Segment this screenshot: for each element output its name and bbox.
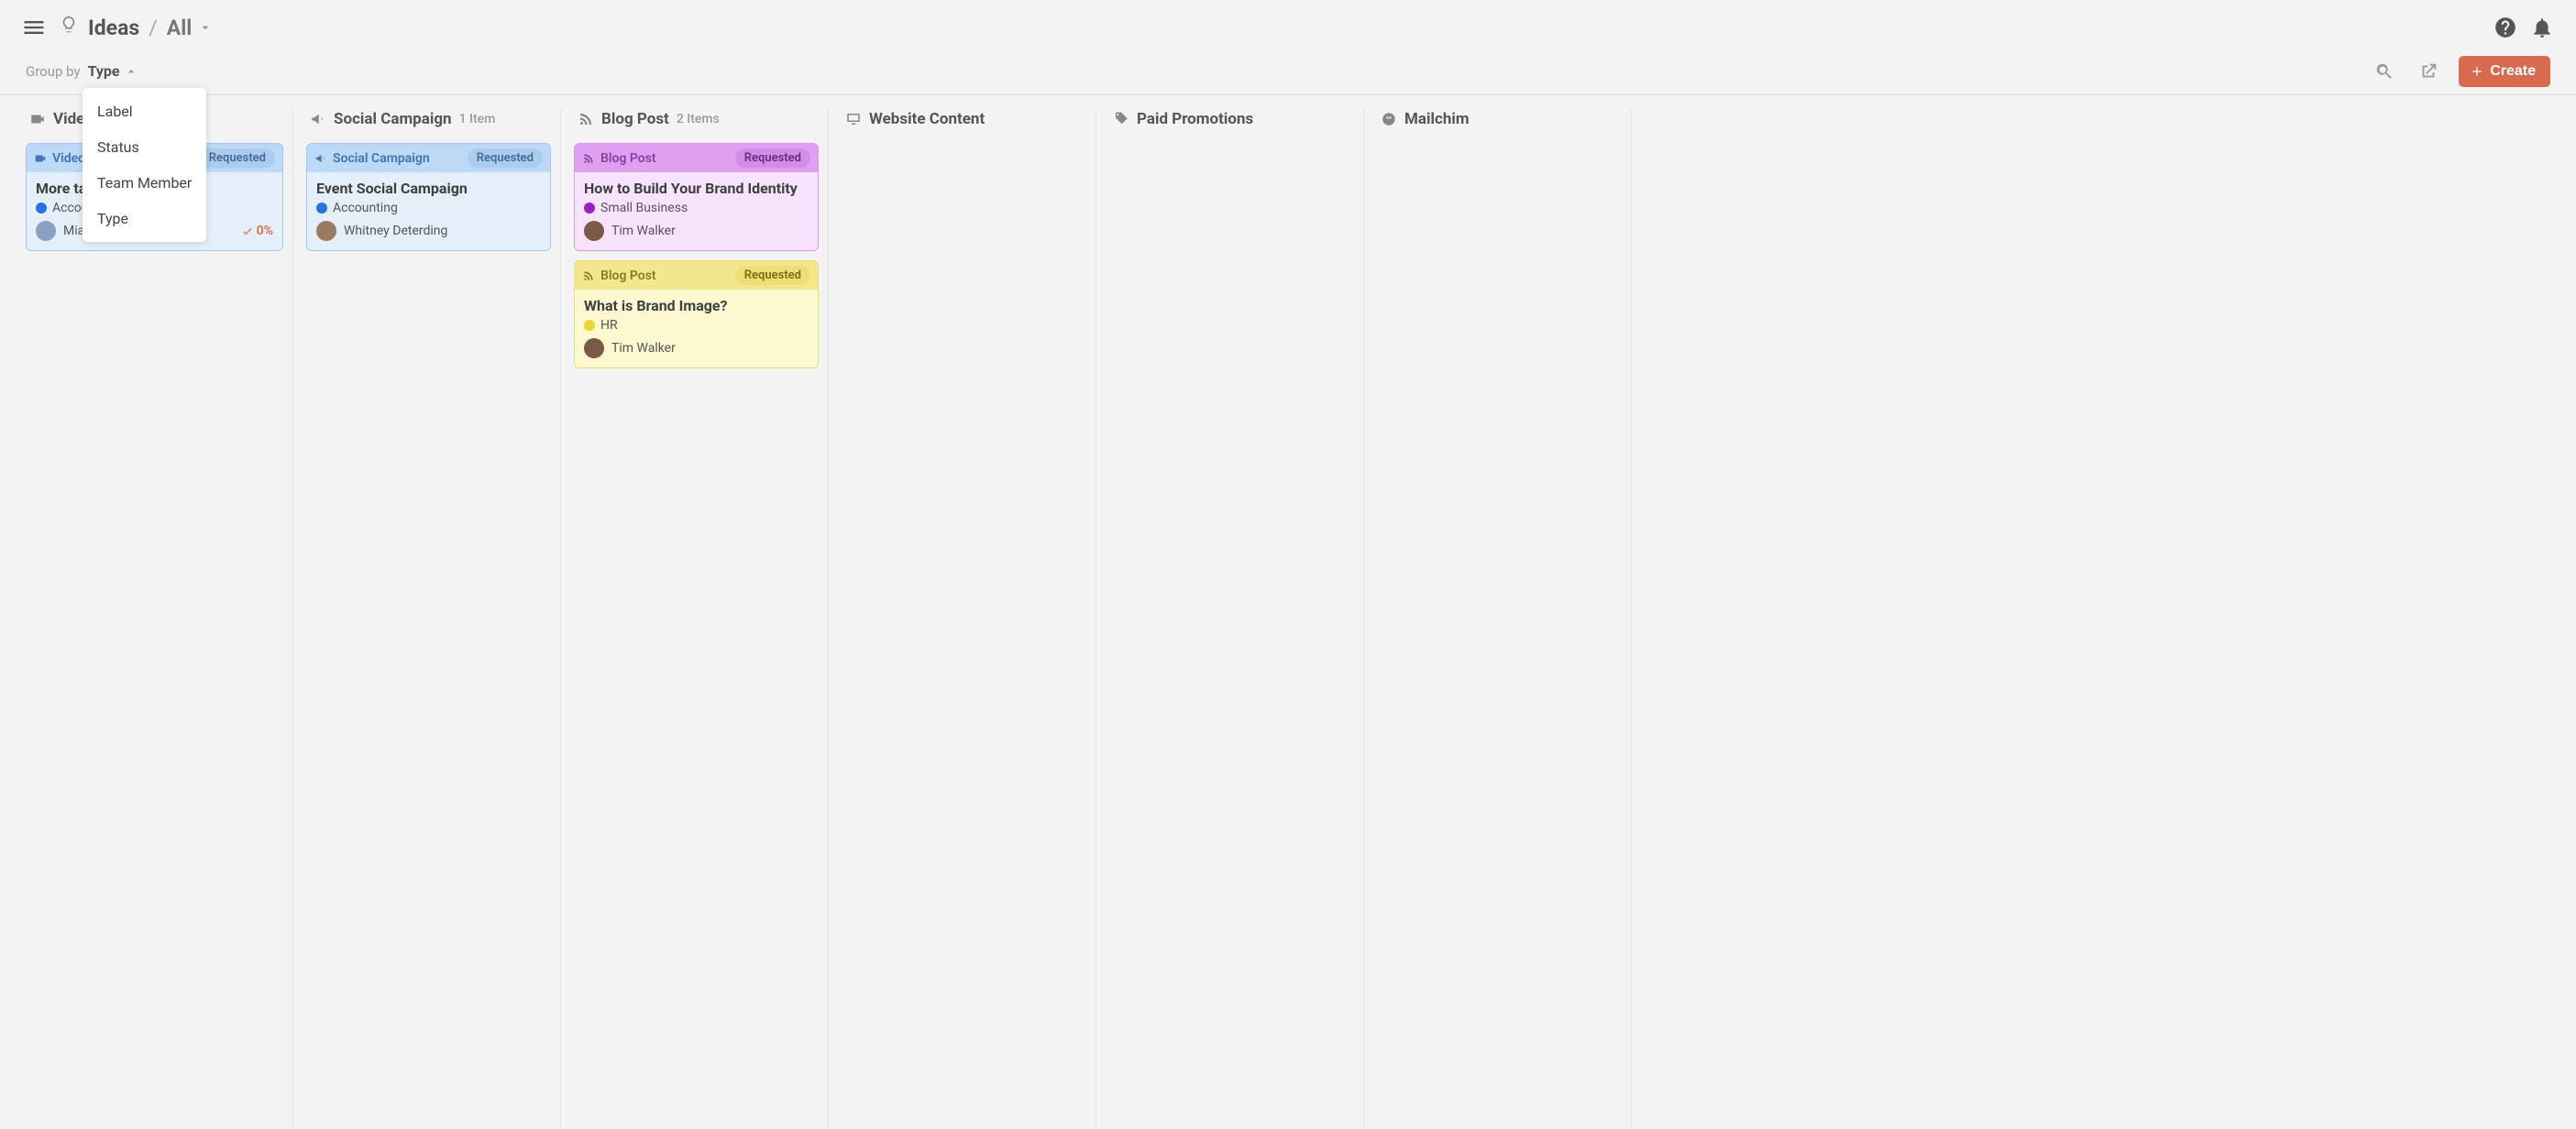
breadcrumb-root[interactable]: Ideas xyxy=(88,16,139,40)
progress-value: 0% xyxy=(257,224,273,238)
video-icon xyxy=(34,152,47,165)
rss-icon xyxy=(578,111,594,127)
groupby-option[interactable]: Type xyxy=(83,201,206,236)
avatar xyxy=(316,221,336,241)
status-badge: Requested xyxy=(200,148,275,168)
chevron-down-icon xyxy=(197,19,214,36)
card-header: Blog Post Requested xyxy=(575,144,818,172)
tag-row: Small Business xyxy=(584,201,809,215)
board: Video Video Requested More ta Accou xyxy=(0,95,2576,1129)
status-badge: Requested xyxy=(468,148,543,168)
card-title: Event Social Campaign xyxy=(316,180,541,197)
card-type-label: Blog Post xyxy=(600,269,656,283)
avatar xyxy=(584,221,604,241)
topbar: Ideas / All xyxy=(0,0,2576,51)
groupby-option[interactable]: Status xyxy=(83,129,206,165)
column-title: Website Content xyxy=(869,110,985,128)
column: Social Campaign 1 Item Social Campaign Re… xyxy=(293,108,561,1129)
column-count: 1 Item xyxy=(459,112,496,126)
card[interactable]: Blog Post Requested What is Brand Image?… xyxy=(574,260,819,368)
tag-dot xyxy=(316,203,327,214)
column-header: Website Content xyxy=(842,108,1086,143)
create-button[interactable]: Create xyxy=(2459,56,2550,87)
bulb-icon xyxy=(59,15,79,40)
help-button[interactable] xyxy=(2490,12,2521,43)
tag-text: Small Business xyxy=(600,201,688,215)
avatar xyxy=(36,221,56,241)
card-type-label: Blog Post xyxy=(600,151,656,166)
avatar xyxy=(584,338,604,358)
groupby-dropdown: LabelStatusTeam MemberType xyxy=(83,88,206,242)
card[interactable]: Social Campaign Requested Event Social C… xyxy=(306,143,551,251)
card-type-label: Social Campaign xyxy=(333,151,430,166)
column-header: Social Campaign 1 Item xyxy=(306,108,551,143)
rss-icon xyxy=(582,269,595,282)
column: Paid Promotions xyxy=(1096,108,1364,1129)
groupby-selector[interactable]: Type xyxy=(88,62,138,80)
groupby-value: Type xyxy=(88,62,120,80)
breadcrumb: Ideas / All xyxy=(59,15,214,40)
card[interactable]: Blog Post Requested How to Build Your Br… xyxy=(574,143,819,251)
tag-row: HR xyxy=(584,318,809,333)
megaphone-icon xyxy=(314,152,327,165)
menu-icon[interactable] xyxy=(18,12,50,43)
tag-dot xyxy=(584,320,595,331)
progress-chip: 0% xyxy=(241,224,273,238)
column: Mailchim xyxy=(1364,108,1632,1129)
person-name: Tim Walker xyxy=(611,341,676,356)
breadcrumb-separator: / xyxy=(149,16,158,40)
card-type-label: Video xyxy=(52,151,85,166)
column: Video Video Requested More ta Accou xyxy=(26,108,293,1129)
notifications-button[interactable] xyxy=(2526,12,2558,43)
groupby-option[interactable]: Team Member xyxy=(83,165,206,201)
status-badge: Requested xyxy=(735,266,810,285)
tag-dot xyxy=(36,203,47,214)
column: Website Content xyxy=(829,108,1096,1129)
video-icon xyxy=(29,111,46,127)
card-title: How to Build Your Brand Identity xyxy=(584,180,809,197)
person-row: Whitney Deterding xyxy=(316,221,541,241)
tag-dot xyxy=(584,203,595,214)
rss-icon xyxy=(582,152,595,165)
share-button[interactable] xyxy=(2415,58,2442,85)
megaphone-icon xyxy=(310,111,326,127)
breadcrumb-sub[interactable]: All xyxy=(167,16,215,40)
groupby-label: Group by xyxy=(26,63,81,80)
column-title: Social Campaign xyxy=(334,110,452,128)
plus-icon xyxy=(2470,64,2484,79)
tag-text: HR xyxy=(600,318,618,333)
create-button-label: Create xyxy=(2490,63,2536,80)
person-row: Tim Walker xyxy=(584,338,809,358)
chevron-up-icon xyxy=(124,64,138,79)
person-name: Tim Walker xyxy=(611,224,676,238)
card-header: Blog Post Requested xyxy=(575,261,818,290)
column-header: Paid Promotions xyxy=(1109,108,1354,143)
card-body: Event Social Campaign Accounting Whitney… xyxy=(307,172,550,250)
column: Blog Post 2 Items Blog Post Requested How… xyxy=(561,108,829,1129)
column-header: Mailchim xyxy=(1377,108,1622,143)
column-title: Paid Promotions xyxy=(1137,110,1253,128)
card-body: How to Build Your Brand Identity Small B… xyxy=(575,172,818,250)
column-title: Blog Post xyxy=(601,110,669,128)
groupby-option[interactable]: Label xyxy=(83,93,206,129)
tag-row: Accounting xyxy=(316,201,541,215)
person-name: Whitney Deterding xyxy=(344,224,447,238)
tag-icon xyxy=(1113,111,1129,127)
card-header: Social Campaign Requested xyxy=(307,144,550,172)
column-count: 2 Items xyxy=(677,112,720,126)
breadcrumb-sub-label: All xyxy=(167,16,193,40)
status-badge: Requested xyxy=(735,148,810,168)
column-title: Mailchim xyxy=(1404,110,1470,128)
column-header: Blog Post 2 Items xyxy=(574,108,819,143)
card-body: What is Brand Image? HR Tim Walker xyxy=(575,290,818,367)
mailchimp-icon xyxy=(1381,111,1397,127)
tag-text: Accounting xyxy=(333,201,398,215)
controlbar: Group by Type LabelStatusTeam MemberType… xyxy=(0,51,2576,95)
person-row: Tim Walker xyxy=(584,221,809,241)
card-title: What is Brand Image? xyxy=(584,297,809,314)
search-button[interactable] xyxy=(2371,58,2398,85)
monitor-icon xyxy=(845,111,862,127)
